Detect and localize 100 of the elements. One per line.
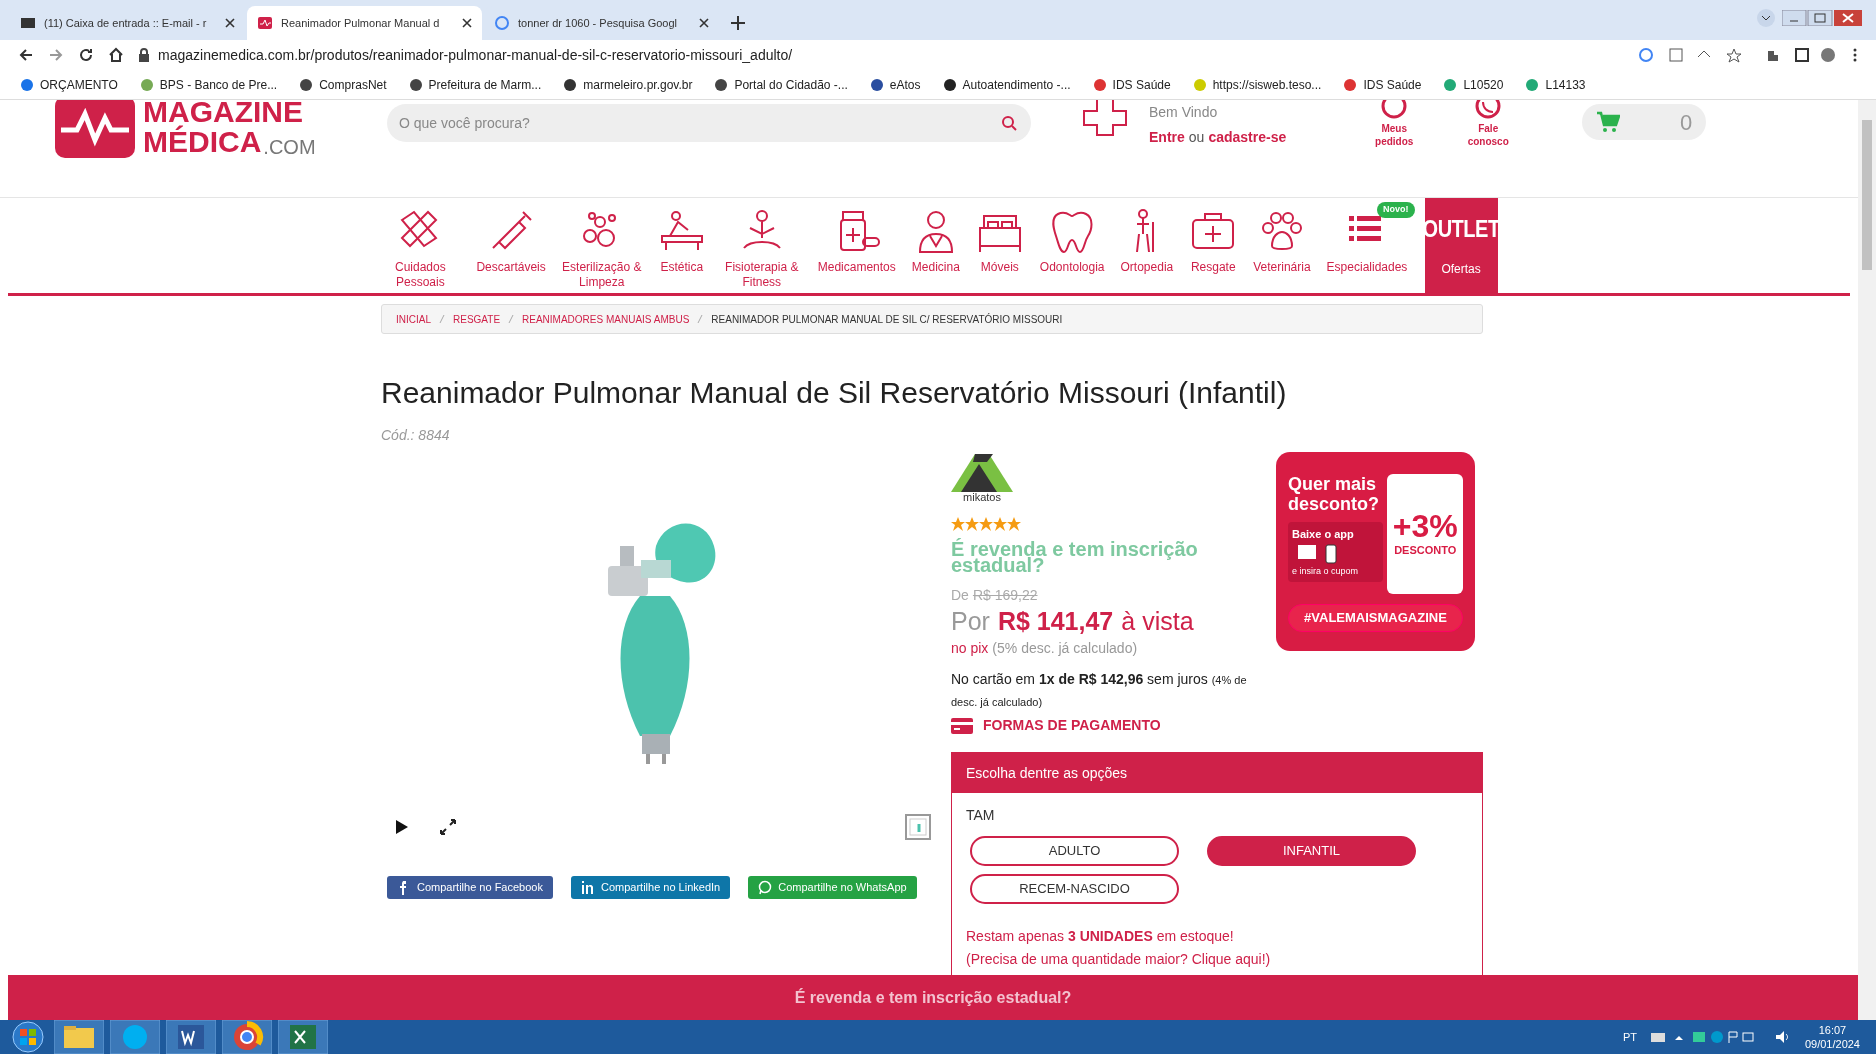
payment-methods-link[interactable]: FORMAS DE PAGAMENTO — [951, 715, 1276, 736]
star-icon — [993, 517, 1007, 531]
bookmark-favicon-icon — [20, 77, 34, 92]
home-icon[interactable] — [108, 47, 124, 63]
search-icon[interactable] — [1001, 115, 1017, 131]
price-prefix: Por — [951, 606, 990, 636]
price: R$ 141,47 — [997, 606, 1114, 636]
size-option[interactable]: RECEM-NASCIDO — [970, 874, 1179, 904]
slash-separator-icon — [439, 314, 445, 324]
bookmark-item[interactable]: marmeleiro.pr.gov.br — [563, 75, 693, 94]
bookmark-item[interactable]: ORÇAMENTO — [20, 75, 118, 94]
phone-icon — [1474, 100, 1503, 120]
window-controls-icon[interactable] — [1782, 10, 1862, 26]
category-link[interactable]: Resgate — [1181, 198, 1246, 293]
or-text: ou — [1188, 128, 1205, 147]
bookmark-favicon-icon — [942, 77, 957, 92]
option-label: TAM — [966, 806, 996, 825]
options-header: Escolha dentre as opções — [952, 753, 1482, 793]
cart-icon — [1596, 111, 1621, 133]
bookmark-item[interactable]: L14133 — [1525, 75, 1586, 94]
category-link[interactable]: Estética — [649, 198, 714, 293]
bookmark-favicon-icon — [1192, 77, 1207, 92]
login-link[interactable]: Entre — [1149, 127, 1185, 148]
breadcrumb-link[interactable]: INICIAL — [396, 311, 431, 327]
bookmark-favicon-icon — [299, 77, 314, 92]
play-icon[interactable] — [395, 819, 409, 835]
language-indicator[interactable]: PT — [1622, 1028, 1637, 1046]
menu-icon[interactable] — [1852, 47, 1858, 63]
bookmark-item[interactable]: Prefeitura de Marm... — [408, 75, 542, 94]
folder-icon[interactable] — [54, 1020, 104, 1054]
excel-icon[interactable] — [278, 1020, 328, 1054]
outlet-button[interactable]: OUTLET Ofertas — [1424, 198, 1498, 293]
bookmark-item[interactable]: https://sisweb.teso... — [1192, 75, 1322, 94]
slash-separator-icon — [697, 314, 704, 324]
share-button[interactable]: Compartilhe no Facebook — [387, 876, 553, 899]
close-icon[interactable] — [462, 18, 472, 28]
bookmark-favicon-icon — [1092, 77, 1107, 92]
discount-label: DESCONTO — [1394, 542, 1457, 558]
bookmark-item[interactable]: IDS Saúde — [1343, 75, 1422, 94]
category-link[interactable]: Descartáveis — [468, 198, 554, 293]
share-button[interactable]: Compartilhe no WhatsApp — [748, 876, 917, 899]
scrollbar[interactable] — [1858, 100, 1876, 1020]
close-icon[interactable] — [225, 18, 235, 28]
category-link[interactable]: Medicina — [903, 198, 968, 293]
bookmark-item[interactable]: ComprasNet — [299, 75, 387, 94]
category-link[interactable]: Móveis — [967, 198, 1032, 293]
bookmark-item[interactable]: L10520 — [1443, 75, 1504, 94]
category-link[interactable]: Medicamentos — [809, 198, 904, 293]
url-text[interactable]: magazinemedica.com.br/produtos/reanimador-pulmonar-manual-de-sil-c-reservatorio-missouri_adulto/ — [158, 44, 793, 66]
old-price-label: De — [951, 586, 969, 605]
forward-arrow-icon[interactable] — [48, 47, 64, 63]
reseller-bar[interactable]: É revenda e tem inscrição estadual? — [8, 975, 1858, 1020]
cross-icon — [1083, 100, 1127, 136]
price-suffix: à vista — [1121, 606, 1194, 636]
mountain-logo-icon — [951, 454, 1013, 492]
speaker-icon[interactable] — [1774, 1030, 1791, 1044]
category-link[interactable]: Cuidados Pessoais — [372, 198, 469, 293]
browser-tab[interactable]: Reanimador Pulmonar Manual d — [247, 6, 482, 40]
category-link[interactable]: Novo! Especialidades — [1318, 198, 1415, 293]
close-icon[interactable] — [699, 18, 709, 28]
bookmark-item[interactable]: Portal do Cidadão -... — [714, 75, 848, 94]
bookmark-item[interactable]: IDS Saúde — [1092, 75, 1171, 94]
size-option[interactable]: ADULTO — [970, 836, 1179, 866]
category-link[interactable]: Esterilização & Limpeza — [553, 198, 650, 293]
expand-icon[interactable] — [439, 818, 457, 836]
category-link[interactable]: Odontologia — [1031, 198, 1113, 293]
brand-logo: mikatos — [951, 454, 1013, 503]
category-link[interactable]: Ortopedia — [1112, 198, 1182, 293]
bookmark-item[interactable]: Autoatendimento -... — [942, 75, 1071, 94]
share-button[interactable]: Compartilhe no LinkedIn — [570, 876, 731, 899]
tab-title: tonner dr 1060 - Pesquisa Googl — [518, 15, 678, 31]
hashtag-badge: #VALEMAISMAGAZINE — [1288, 604, 1463, 632]
reload-icon[interactable] — [78, 47, 94, 63]
chrome-icon[interactable] — [222, 1020, 272, 1054]
clock[interactable]: 16:07 09/01/2024 — [1804, 1023, 1860, 1051]
search-field[interactable]: O que você procura? — [387, 104, 1031, 142]
header-link[interactable]: Fale conosco — [1460, 100, 1517, 148]
star-icon — [979, 517, 993, 531]
breadcrumb-link[interactable]: RESGATE — [453, 311, 501, 327]
breadcrumb-link[interactable]: REANIMADORES MANUAIS AMBUS — [522, 311, 690, 327]
back-arrow-icon[interactable] — [18, 47, 34, 63]
bookmark-favicon-icon — [714, 77, 729, 92]
header-link[interactable]: Meus pedidos — [1366, 100, 1423, 148]
bookmark-favicon-icon — [139, 77, 154, 92]
bookmark-item[interactable]: BPS - Banco de Pre... — [139, 75, 278, 94]
thumbnail-icon[interactable] — [905, 814, 931, 840]
toolbar-icons-icon[interactable] — [1638, 47, 1838, 63]
quantity-link[interactable]: (Precisa de uma quantidade maior? Clique aqui!) — [966, 949, 1468, 970]
tab-title: (11) Caixa de entrada :: E-mail - r — [44, 15, 208, 31]
size-option[interactable]: INFANTIL — [1207, 836, 1416, 866]
logo[interactable]: MAGAZINE MÉDICA.COM — [55, 100, 345, 158]
register-link[interactable]: cadastre-se — [1208, 127, 1287, 148]
word-icon[interactable] — [166, 1020, 216, 1054]
star-icon — [1007, 517, 1021, 531]
category-link[interactable]: Fisioterapia & Fitness — [713, 198, 810, 293]
category-link[interactable]: Veterinária — [1245, 198, 1319, 293]
square-favicon-icon — [20, 15, 36, 31]
bookmark-item[interactable]: eAtos — [869, 75, 921, 94]
logo-text: .COM — [263, 137, 316, 157]
pix-label: no pix — [951, 639, 989, 658]
